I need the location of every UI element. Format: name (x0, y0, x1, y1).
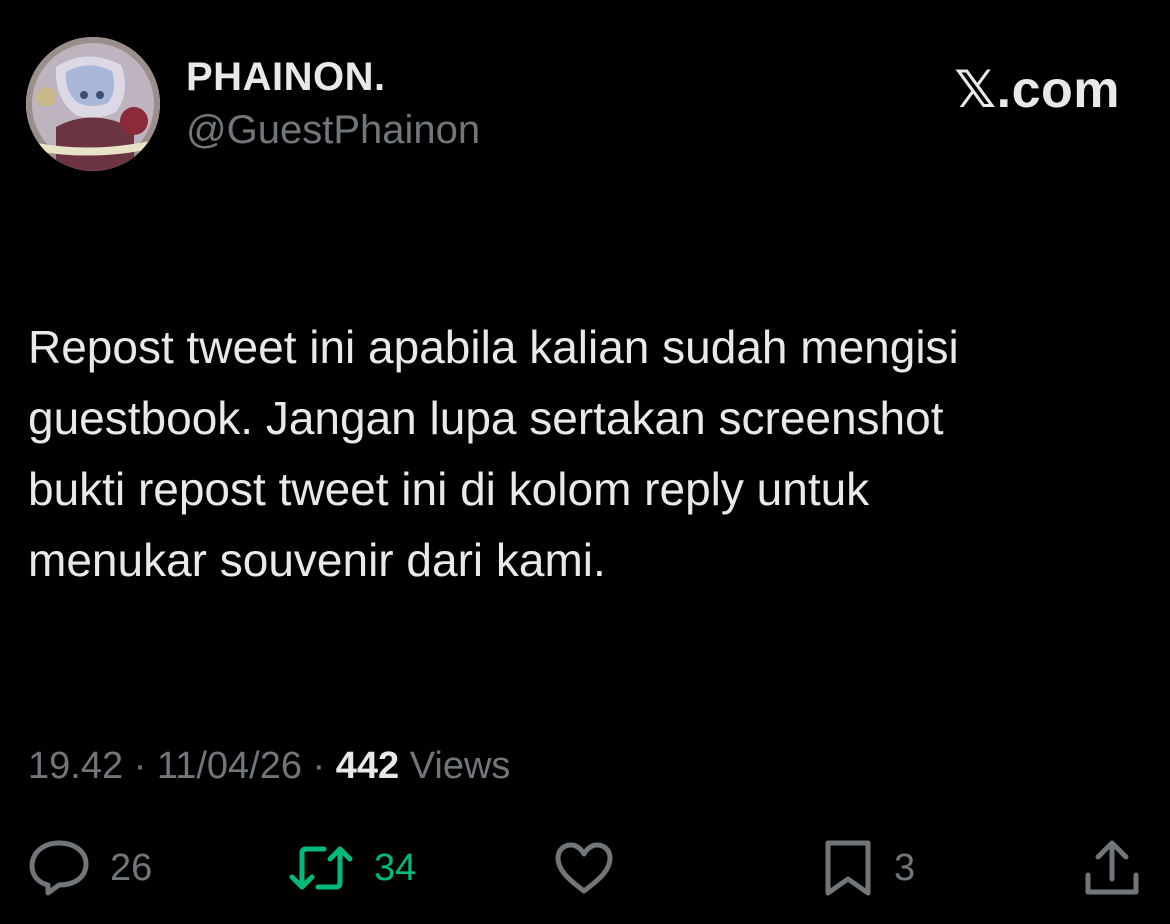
heart-icon (554, 841, 614, 895)
tweet-date[interactable]: 11/04/26 (157, 745, 302, 787)
share-icon (1084, 839, 1140, 897)
views-count: 442 (335, 745, 400, 787)
avatar-illustration (26, 37, 160, 171)
tweet-time[interactable]: 19.42 (28, 745, 123, 787)
meta-separator: · (133, 745, 147, 787)
action-bar: 26 34 3 (0, 836, 1170, 900)
bookmark-count: 3 (894, 847, 916, 889)
tweet-text: Repost tweet ini apabila kalian sudah me… (28, 321, 959, 586)
reply-button[interactable]: 26 (28, 836, 152, 900)
reply-count: 26 (110, 847, 153, 889)
tweet-card: PHAINON. @GuestPhainon 𝕏.com Repost twee… (0, 0, 1170, 924)
reply-icon (28, 839, 90, 897)
views-label: Views (409, 745, 511, 787)
bookmark-button[interactable]: 3 (822, 836, 915, 900)
brand-watermark: 𝕏.com (954, 61, 1120, 119)
repost-count: 34 (374, 847, 417, 889)
repost-button[interactable]: 34 (288, 836, 416, 900)
like-button[interactable] (554, 836, 614, 900)
meta-separator: · (312, 745, 326, 787)
tweet-meta: 19.42 · 11/04/26 · 442 Views (28, 742, 510, 790)
share-button[interactable] (1084, 836, 1140, 900)
user-handle[interactable]: @GuestPhainon (186, 108, 480, 152)
profile-avatar[interactable] (26, 37, 160, 171)
repost-icon (288, 843, 354, 893)
bookmark-icon (822, 839, 874, 897)
display-name[interactable]: PHAINON. (186, 55, 386, 99)
